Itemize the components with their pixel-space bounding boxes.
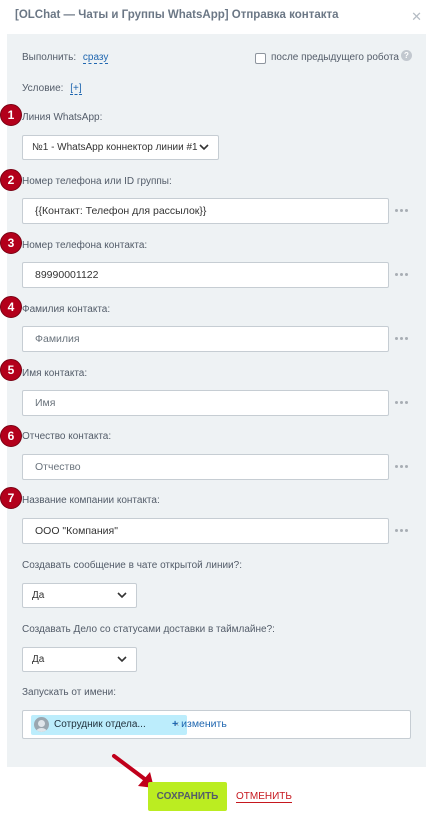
step-badge-6: 6: [0, 425, 22, 447]
open-line-message-value: Да: [32, 590, 45, 601]
first-name-input[interactable]: Имя: [22, 390, 389, 416]
field-label-first-name: Имя контакта:: [22, 368, 88, 379]
chevron-down-icon: [117, 656, 127, 663]
user-tag-name: Сотрудник отдела...: [54, 719, 146, 730]
change-user-label: изменить: [181, 718, 227, 730]
open-line-message-label: Создавать сообщение в чате открытой лини…: [22, 560, 242, 571]
change-user-link[interactable]: + изменить: [172, 718, 227, 730]
avatar: [34, 717, 49, 732]
close-icon[interactable]: ✕: [411, 9, 422, 25]
field-label-middle-name: Отчество контакта:: [22, 431, 112, 442]
after-previous-robot-label: после предыдущего робота: [271, 52, 399, 63]
user-tag[interactable]: Сотрудник отдела... ×: [31, 715, 187, 735]
step-badge-7: 7: [0, 487, 22, 509]
step-badge-3: 3: [0, 232, 22, 254]
save-button[interactable]: СОХРАНИТЬ: [148, 782, 227, 811]
plus-icon: +: [172, 718, 179, 730]
run-as-label: Запускать от имени:: [22, 687, 117, 698]
condition-label: Условие: [+]: [22, 83, 82, 95]
delivery-task-value: Да: [32, 654, 45, 665]
more-icon[interactable]: [395, 337, 409, 341]
dialog-titlebar: [OLChat — Чаты и Группы WhatsApp] Отправ…: [0, 0, 431, 34]
cancel-button[interactable]: ОТМЕНИТЬ: [236, 791, 292, 803]
step-badge-5: 5: [0, 359, 22, 381]
more-icon[interactable]: [395, 465, 409, 469]
phone-or-group-input[interactable]: {{Контакт: Телефон для рассылок}}: [22, 198, 389, 224]
line-label: Линия WhatsApp:: [22, 112, 103, 123]
more-icon[interactable]: [395, 273, 409, 277]
step-badge-2: 2: [0, 169, 22, 191]
condition-label-text: Условие:: [22, 83, 64, 94]
step-badge-1: 1: [0, 104, 22, 126]
more-icon[interactable]: [395, 209, 409, 213]
execute-label: Выполнить: сразу: [22, 52, 109, 64]
more-icon[interactable]: [395, 401, 409, 405]
execute-label-text: Выполнить:: [22, 52, 77, 63]
company-input[interactable]: ООО "Компания": [22, 518, 389, 544]
contact-phone-input[interactable]: 89990001122: [22, 262, 389, 288]
last-name-input[interactable]: Фамилия: [22, 326, 389, 352]
delivery-task-select[interactable]: Да: [22, 647, 137, 672]
add-condition-link[interactable]: [+]: [70, 83, 82, 95]
field-label-phone-or-group: Номер телефона или ID группы:: [22, 176, 172, 187]
field-label-company: Название компании контакта:: [22, 495, 160, 506]
open-line-message-select[interactable]: Да: [22, 583, 137, 608]
delivery-task-label: Создавать Дело со статусами доставки в т…: [22, 624, 275, 635]
help-icon[interactable]: ?: [401, 50, 412, 61]
more-icon[interactable]: [395, 529, 409, 533]
step-badge-4: 4: [0, 296, 22, 318]
line-select-value: №1 - WhatsApp коннектор линии #1: [32, 142, 198, 153]
middle-name-input[interactable]: Отчество: [22, 454, 389, 480]
field-label-last-name: Фамилия контакта:: [22, 304, 111, 315]
chevron-down-icon: [117, 592, 127, 599]
chevron-down-icon: [199, 144, 209, 151]
field-label-contact-phone: Номер телефона контакта:: [22, 240, 148, 251]
dialog-title: [OLChat — Чаты и Группы WhatsApp] Отправ…: [15, 9, 339, 21]
after-previous-robot-checkbox[interactable]: [255, 53, 266, 64]
execute-timing-link[interactable]: сразу: [82, 52, 109, 64]
line-select[interactable]: №1 - WhatsApp коннектор линии #1: [22, 135, 219, 160]
